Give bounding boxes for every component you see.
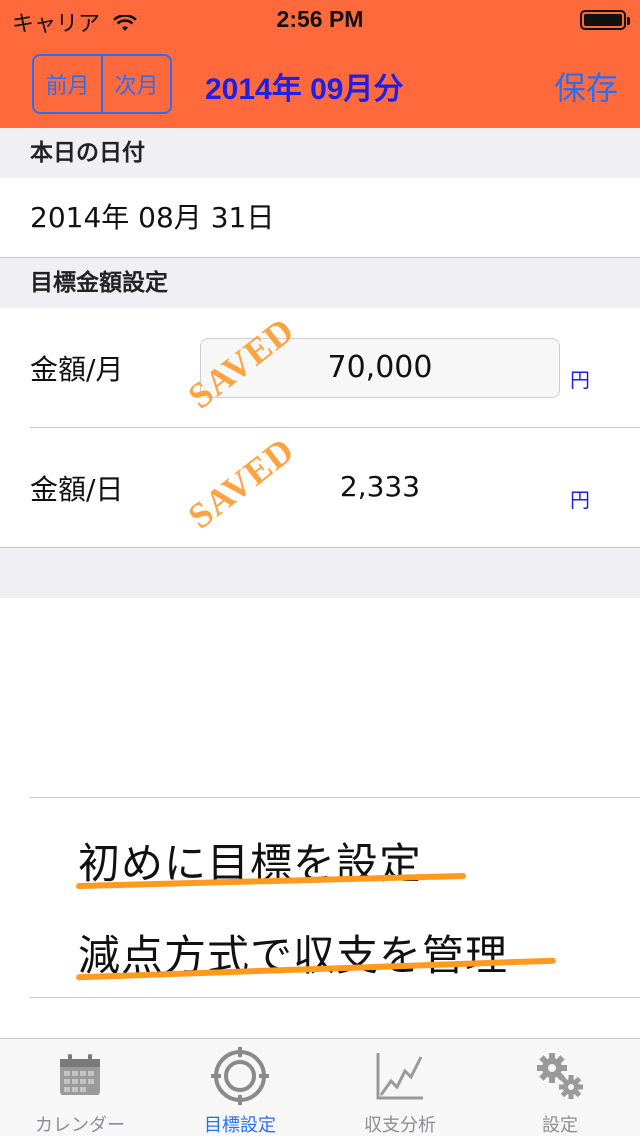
status-time: 2:56 PM — [276, 6, 364, 32]
tab-bar: カレンダー 目標設定 収支分析 設定 — [0, 1038, 640, 1136]
tab-label: 設定 — [542, 1115, 578, 1136]
calendar-icon — [60, 1054, 100, 1095]
target-icon — [211, 1047, 269, 1105]
monthly-amount-label: 金額/月 — [30, 353, 124, 386]
tab-target[interactable]: 目標設定 — [160, 1039, 320, 1136]
target-section-header: 目標金額設定 — [0, 258, 640, 308]
divider — [30, 797, 640, 798]
month-segmented-control: 前月 次月 — [32, 54, 172, 114]
prev-month-button[interactable]: 前月 — [34, 56, 101, 112]
daily-amount-label: 金額/日 — [30, 473, 124, 506]
status-bar: キャリア 2:56 PM — [0, 0, 640, 40]
divider — [30, 427, 640, 428]
section-footer — [0, 548, 640, 598]
gear-icon — [537, 1053, 583, 1099]
save-button[interactable]: 保存 — [548, 62, 624, 110]
tab-analysis[interactable]: 収支分析 — [320, 1039, 480, 1136]
tab-label: 収支分析 — [364, 1115, 436, 1136]
chart-icon — [376, 1053, 423, 1100]
tab-label: 目標設定 — [204, 1115, 276, 1136]
page-title: 2014年 09月分 — [205, 73, 404, 106]
daily-unit: 円 — [570, 488, 590, 512]
tab-settings[interactable]: 設定 — [480, 1039, 640, 1136]
next-month-button[interactable]: 次月 — [103, 56, 170, 112]
today-section-header: 本日の日付 — [0, 128, 640, 178]
battery-icon — [580, 10, 630, 30]
today-date: 2014年 08月 31日 — [30, 201, 275, 234]
tab-calendar[interactable]: カレンダー — [0, 1039, 160, 1136]
monthly-unit: 円 — [570, 368, 590, 392]
divider — [30, 997, 640, 998]
tab-label: カレンダー — [35, 1115, 125, 1136]
